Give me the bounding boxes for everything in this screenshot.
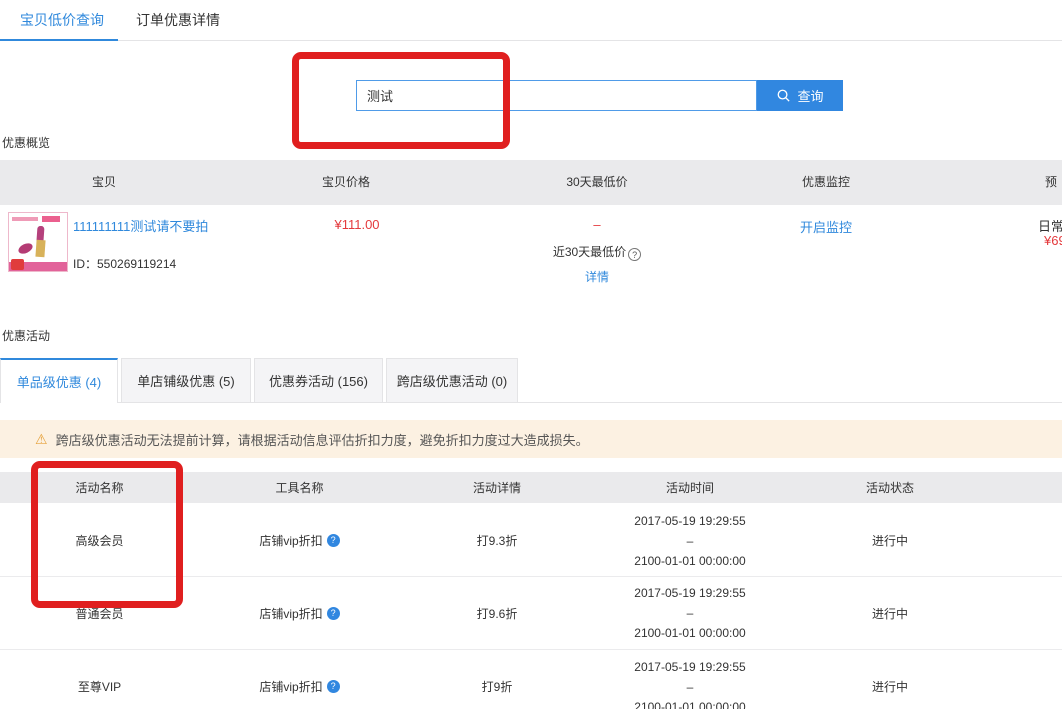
overview-col-preheat-truncated: 预 bbox=[1045, 160, 1062, 205]
activity-col-name: 活动名称 bbox=[0, 472, 199, 503]
time-start: 2017-05-19 19:29:55 bbox=[634, 657, 745, 677]
activity-name: 普通会员 bbox=[0, 577, 199, 649]
low30-label-text: 近30天最低价 bbox=[553, 245, 626, 259]
search-icon bbox=[776, 88, 791, 103]
warning-banner: ⚠ 跨店级优惠活动无法提前计算，请根据活动信息评估折扣力度，避免折扣力度过大造成… bbox=[0, 420, 1062, 458]
product-image-tag-deco bbox=[42, 216, 60, 222]
page: 宝贝低价查询 订单优惠详情 查询 优惠概览 宝贝 宝贝价格 30天最低价 优惠监… bbox=[0, 0, 1062, 709]
activity-tool: 店铺vip折扣 ? bbox=[200, 577, 399, 649]
tool-help-icon[interactable]: ? bbox=[327, 680, 340, 693]
time-separator: – bbox=[687, 677, 694, 697]
table-row: 普通会员 店铺vip折扣 ? 打9.6折 2017-05-19 19:29:55… bbox=[0, 577, 1062, 650]
activity-time: 2017-05-19 19:29:55 – 2100-01-01 00:00:0… bbox=[590, 577, 790, 649]
page-tabbar: 宝贝低价查询 订单优惠详情 bbox=[0, 0, 1062, 41]
activity-time: 2017-05-19 19:29:55 – 2100-01-01 00:00:0… bbox=[590, 650, 790, 709]
product-image[interactable] bbox=[8, 212, 68, 272]
activity-tool-label: 店铺vip折扣 bbox=[259, 678, 322, 695]
tab-cross-shop-activity[interactable]: 跨店级优惠活动 (0) bbox=[386, 358, 518, 403]
search-button-label: 查询 bbox=[797, 86, 823, 105]
activity-name: 高级会员 bbox=[0, 505, 199, 576]
tool-help-icon[interactable]: ? bbox=[327, 607, 340, 620]
tab-item-level-discount[interactable]: 单品级优惠 (4) bbox=[0, 358, 118, 403]
warning-text: 跨店级优惠活动无法提前计算，请根据活动信息评估折扣力度，避免折扣力度过大造成损失… bbox=[56, 430, 589, 449]
activity-name: 至尊VIP bbox=[0, 650, 199, 709]
lipstick-base-deco bbox=[35, 240, 45, 258]
product-image-logo-deco bbox=[11, 259, 24, 270]
tab-baby-low-price-query[interactable]: 宝贝低价查询 bbox=[20, 0, 104, 41]
overview-col-30day-low: 30天最低价 bbox=[497, 160, 697, 205]
preheat-price: ¥69 bbox=[1044, 233, 1062, 248]
tool-help-icon[interactable]: ? bbox=[327, 534, 340, 547]
tab-coupon-activity[interactable]: 优惠券活动 (156) bbox=[254, 358, 383, 403]
overview-table-header: 宝贝 宝贝价格 30天最低价 优惠监控 预 bbox=[0, 160, 1062, 205]
low30-label: 近30天最低价? bbox=[497, 243, 697, 261]
activity-time: 2017-05-19 19:29:55 – 2100-01-01 00:00:0… bbox=[590, 505, 790, 576]
activity-status: 进行中 bbox=[790, 505, 990, 576]
table-row: 至尊VIP 店铺vip折扣 ? 打9折 2017-05-19 19:29:55 … bbox=[0, 650, 1062, 709]
time-end: 2100-01-01 00:00:00 bbox=[634, 551, 745, 571]
overview-col-monitor: 优惠监控 bbox=[726, 160, 926, 205]
low30-detail-link[interactable]: 详情 bbox=[497, 268, 697, 285]
time-start: 2017-05-19 19:29:55 bbox=[634, 511, 745, 531]
activity-col-detail: 活动详情 bbox=[395, 472, 599, 503]
product-image-text-deco bbox=[12, 217, 38, 221]
time-end: 2100-01-01 00:00:00 bbox=[634, 697, 745, 709]
search-input[interactable] bbox=[356, 80, 757, 111]
activity-detail: 打9.3折 bbox=[395, 505, 599, 576]
activity-tool-label: 店铺vip折扣 bbox=[259, 532, 322, 549]
activity-tool: 店铺vip折扣 ? bbox=[200, 505, 399, 576]
activity-status: 进行中 bbox=[790, 650, 990, 709]
activity-col-status: 活动状态 bbox=[790, 472, 990, 503]
overview-col-product: 宝贝 bbox=[0, 160, 208, 205]
tab-shop-level-discount[interactable]: 单店铺级优惠 (5) bbox=[121, 358, 251, 403]
table-row: 高级会员 店铺vip折扣 ? 打9.3折 2017-05-19 19:29:55… bbox=[0, 505, 1062, 577]
search-button[interactable]: 查询 bbox=[757, 80, 843, 111]
low30-value: – bbox=[497, 217, 697, 232]
time-separator: – bbox=[687, 531, 694, 551]
lipstick-smear-deco bbox=[17, 241, 34, 255]
activity-tool: 店铺vip折扣 ? bbox=[200, 650, 399, 709]
tab-order-discount-detail[interactable]: 订单优惠详情 bbox=[136, 0, 220, 41]
time-separator: – bbox=[687, 603, 694, 623]
time-start: 2017-05-19 19:29:55 bbox=[634, 583, 745, 603]
help-icon[interactable]: ? bbox=[628, 248, 641, 261]
activity-detail: 打9折 bbox=[395, 650, 599, 709]
product-title-link[interactable]: 111111111测试请不要拍 bbox=[73, 216, 208, 235]
active-tab-underline bbox=[0, 39, 118, 41]
activity-status: 进行中 bbox=[790, 577, 990, 649]
activity-col-time: 活动时间 bbox=[590, 472, 790, 503]
activity-detail: 打9.6折 bbox=[395, 577, 599, 649]
product-price: ¥111.00 bbox=[277, 217, 437, 232]
overview-col-price: 宝贝价格 bbox=[246, 160, 446, 205]
time-end: 2100-01-01 00:00:00 bbox=[634, 623, 745, 643]
overview-section-title: 优惠概览 bbox=[2, 134, 50, 151]
activity-section-title: 优惠活动 bbox=[2, 327, 50, 344]
activity-tool-label: 店铺vip折扣 bbox=[259, 605, 322, 622]
activity-table-header: 活动名称 工具名称 活动详情 活动时间 活动状态 bbox=[0, 472, 1062, 503]
activity-col-tool: 工具名称 bbox=[200, 472, 399, 503]
warning-icon: ⚠ bbox=[35, 431, 48, 448]
start-monitor-link[interactable]: 开启监控 bbox=[726, 217, 926, 236]
product-id: ID：550269119214 bbox=[73, 255, 176, 272]
